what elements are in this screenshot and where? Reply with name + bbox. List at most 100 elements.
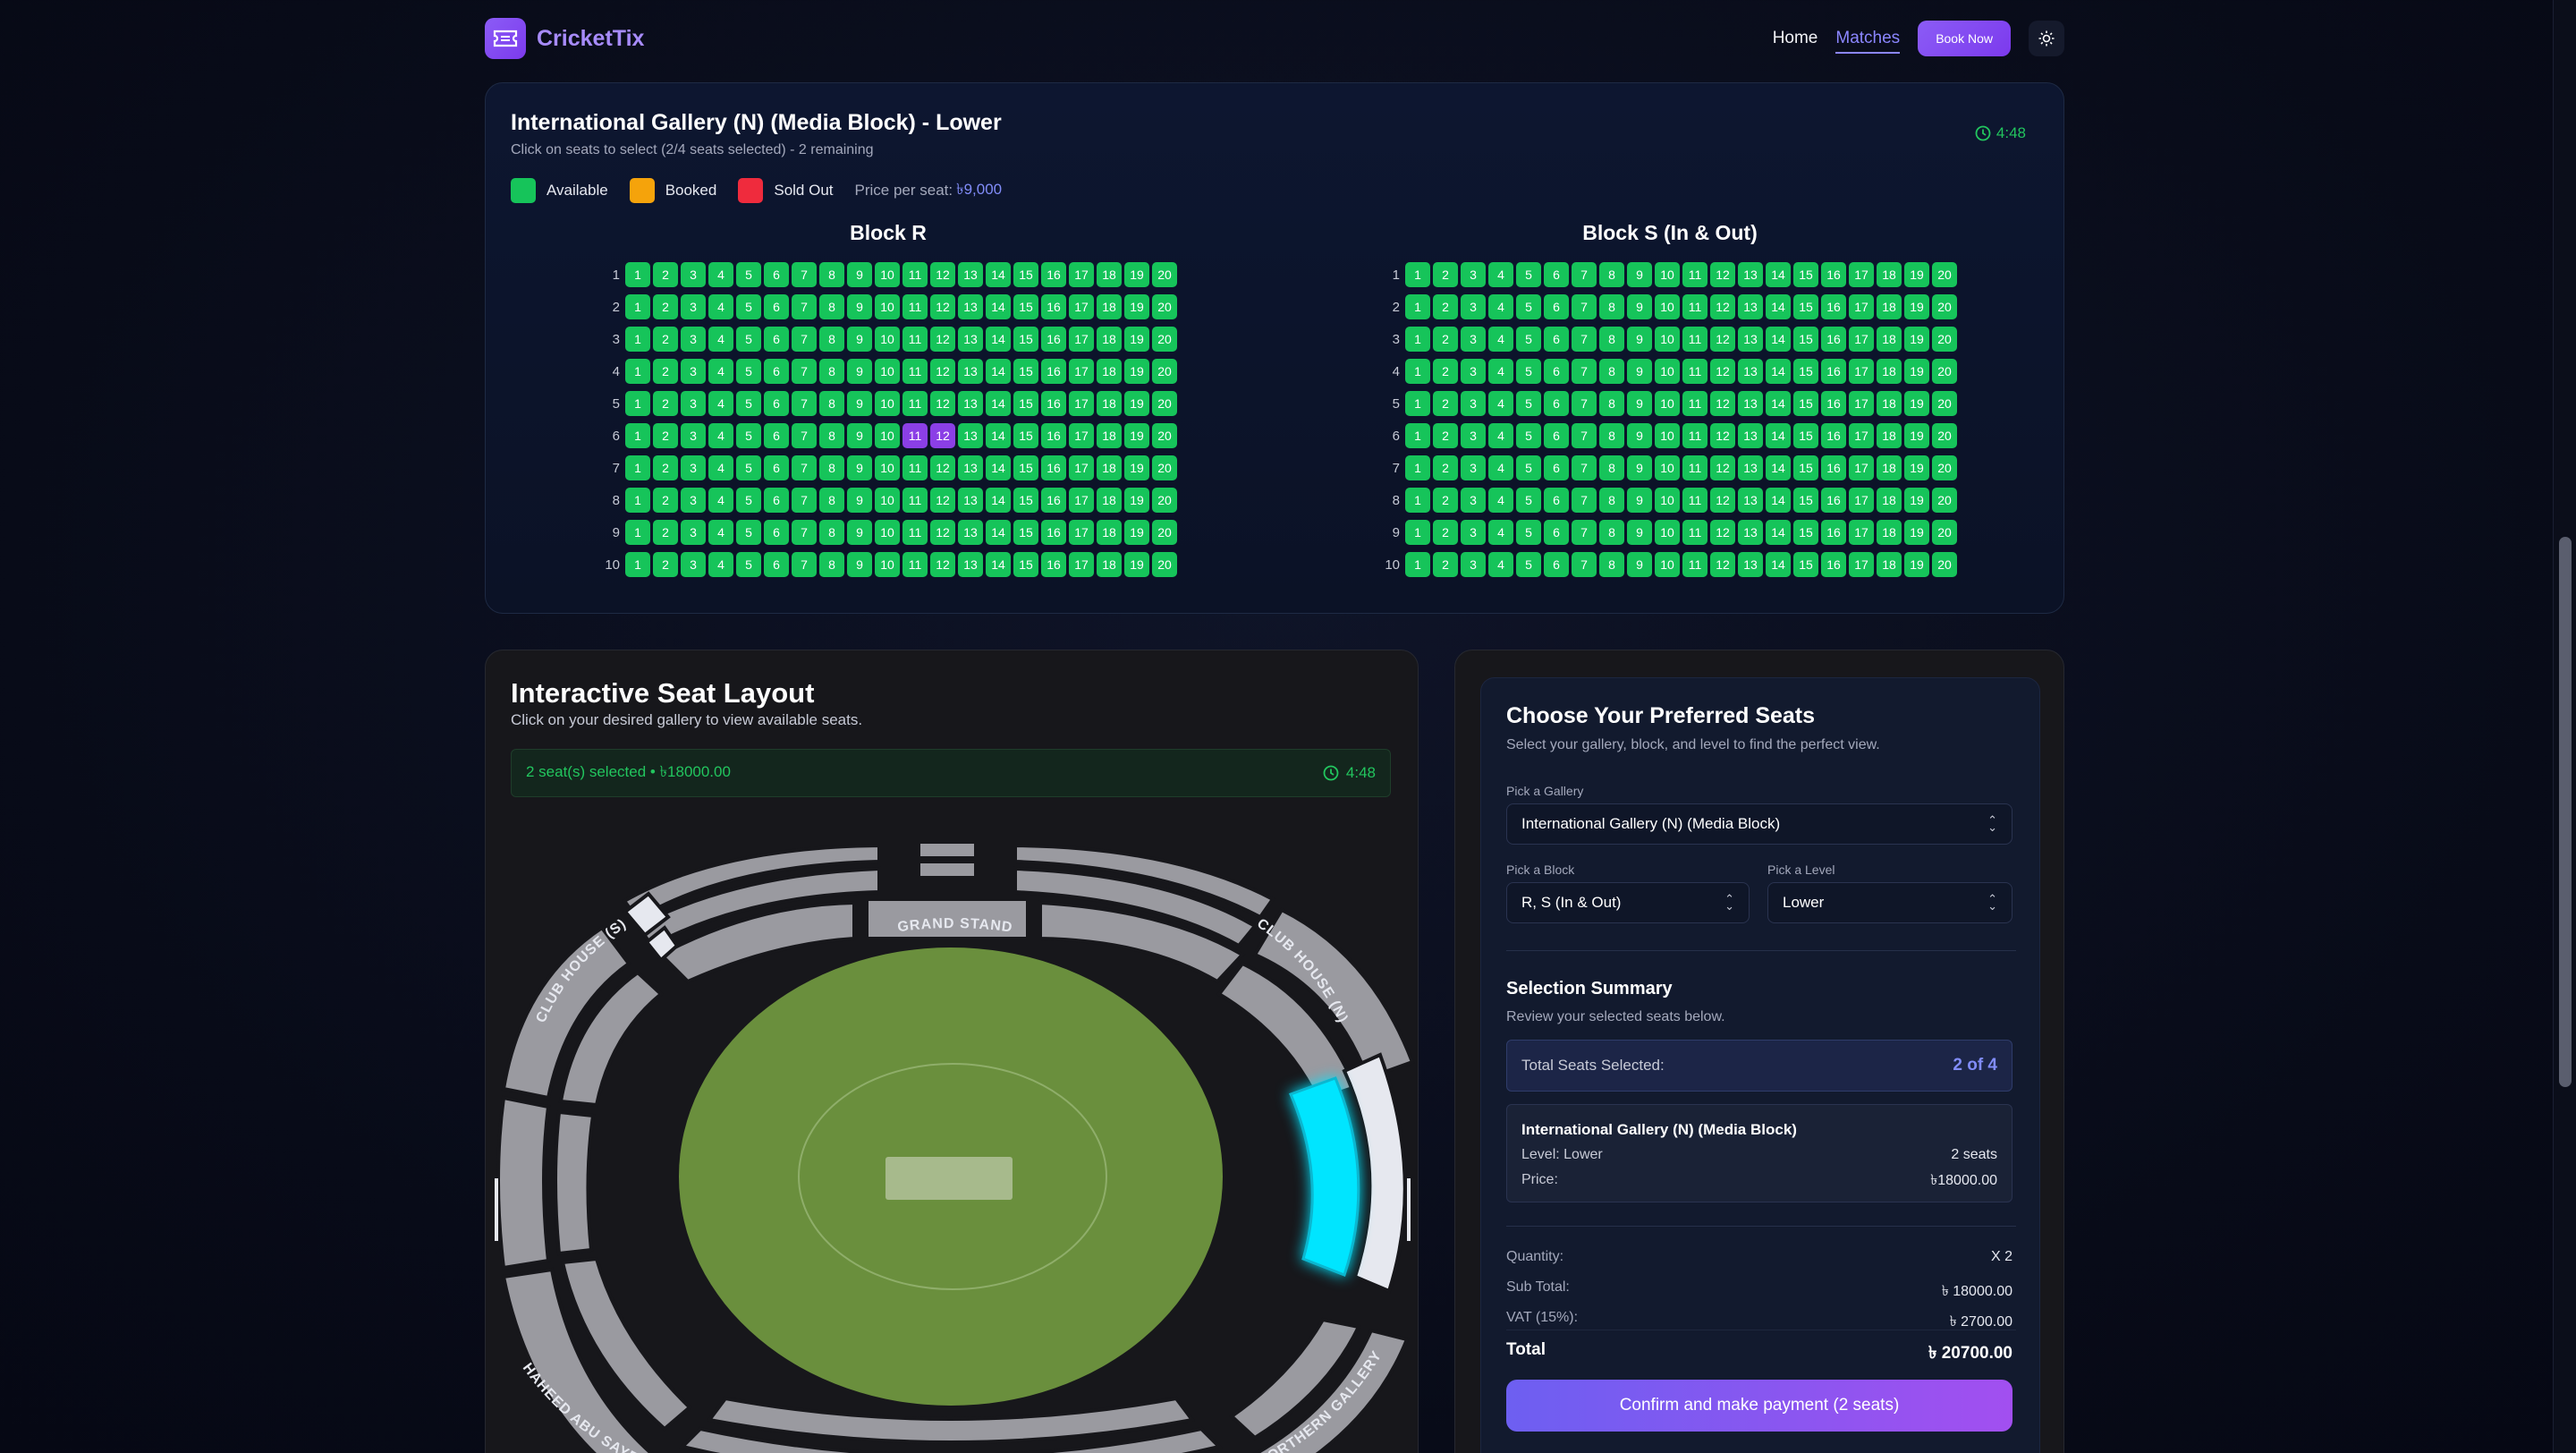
seat-selected[interactable]: 12 (930, 423, 955, 448)
seat-available[interactable]: 19 (1904, 423, 1929, 448)
seat-available[interactable]: 18 (1877, 262, 1902, 287)
seat-available[interactable]: 6 (1544, 520, 1569, 545)
seat-available[interactable]: 9 (847, 488, 872, 513)
seat-available[interactable]: 1 (625, 423, 650, 448)
seat-available[interactable]: 7 (792, 423, 817, 448)
seat-available[interactable]: 9 (847, 520, 872, 545)
seat-available[interactable]: 11 (902, 520, 928, 545)
seat-available[interactable]: 6 (764, 327, 789, 352)
seat-available[interactable]: 3 (681, 359, 706, 384)
seat-available[interactable]: 14 (1766, 262, 1791, 287)
seat-available[interactable]: 13 (1738, 359, 1763, 384)
book-now-button[interactable]: Book Now (1918, 21, 2011, 56)
seat-available[interactable]: 10 (875, 423, 900, 448)
seat-available[interactable]: 4 (708, 488, 733, 513)
seat-available[interactable]: 19 (1904, 391, 1929, 416)
seat-available[interactable]: 7 (792, 488, 817, 513)
seat-available[interactable]: 7 (792, 552, 817, 577)
seat-available[interactable]: 15 (1793, 552, 1818, 577)
seat-available[interactable]: 11 (1682, 294, 1707, 319)
seat-available[interactable]: 8 (1599, 359, 1624, 384)
seat-available[interactable]: 7 (1572, 294, 1597, 319)
seat-available[interactable]: 6 (764, 391, 789, 416)
seat-available[interactable]: 13 (1738, 423, 1763, 448)
seat-available[interactable]: 19 (1124, 488, 1149, 513)
seat-available[interactable]: 10 (875, 359, 900, 384)
seat-available[interactable]: 9 (1627, 294, 1652, 319)
seat-available[interactable]: 15 (1013, 423, 1038, 448)
seat-available[interactable]: 20 (1152, 423, 1177, 448)
seat-available[interactable]: 2 (653, 423, 678, 448)
seat-available[interactable]: 19 (1904, 520, 1929, 545)
seat-available[interactable]: 16 (1821, 359, 1846, 384)
seat-available[interactable]: 13 (1738, 327, 1763, 352)
seat-available[interactable]: 14 (1766, 294, 1791, 319)
seat-available[interactable]: 20 (1932, 520, 1957, 545)
seat-available[interactable]: 13 (958, 520, 983, 545)
seat-available[interactable]: 3 (1461, 262, 1486, 287)
seat-available[interactable]: 7 (1572, 391, 1597, 416)
seat-available[interactable]: 14 (986, 455, 1011, 480)
seat-available[interactable]: 15 (1793, 488, 1818, 513)
seat-available[interactable]: 18 (1097, 391, 1122, 416)
seat-available[interactable]: 10 (875, 520, 900, 545)
seat-available[interactable]: 1 (1405, 552, 1430, 577)
seat-available[interactable]: 20 (1152, 359, 1177, 384)
seat-available[interactable]: 5 (736, 488, 761, 513)
seat-available[interactable]: 13 (958, 327, 983, 352)
seat-available[interactable]: 18 (1877, 488, 1902, 513)
seat-available[interactable]: 5 (1516, 488, 1541, 513)
seat-available[interactable]: 20 (1932, 423, 1957, 448)
seat-available[interactable]: 14 (1766, 423, 1791, 448)
seat-available[interactable]: 2 (653, 359, 678, 384)
seat-available[interactable]: 12 (930, 359, 955, 384)
seat-available[interactable]: 9 (1627, 552, 1652, 577)
seat-available[interactable]: 5 (1516, 423, 1541, 448)
seat-available[interactable]: 8 (819, 262, 844, 287)
seat-available[interactable]: 4 (708, 423, 733, 448)
seat-available[interactable]: 10 (875, 262, 900, 287)
seat-available[interactable]: 6 (1544, 455, 1569, 480)
seat-available[interactable]: 12 (1710, 455, 1735, 480)
seat-available[interactable]: 6 (1544, 552, 1569, 577)
seat-available[interactable]: 11 (902, 488, 928, 513)
seat-available[interactable]: 15 (1793, 423, 1818, 448)
seat-available[interactable]: 16 (1821, 423, 1846, 448)
seat-available[interactable]: 2 (653, 520, 678, 545)
seat-available[interactable]: 7 (1572, 327, 1597, 352)
seat-available[interactable]: 19 (1904, 359, 1929, 384)
seat-available[interactable]: 12 (930, 552, 955, 577)
seat-available[interactable]: 6 (764, 294, 789, 319)
seat-available[interactable]: 1 (1405, 294, 1430, 319)
seat-available[interactable]: 16 (1041, 294, 1066, 319)
seat-available[interactable]: 9 (847, 262, 872, 287)
seat-available[interactable]: 5 (1516, 520, 1541, 545)
seat-available[interactable]: 7 (1572, 488, 1597, 513)
seat-available[interactable]: 20 (1152, 294, 1177, 319)
seat-available[interactable]: 15 (1793, 455, 1818, 480)
seat-available[interactable]: 2 (1433, 455, 1458, 480)
seat-available[interactable]: 2 (653, 488, 678, 513)
stand-top-center-2[interactable] (917, 860, 978, 879)
seat-available[interactable]: 15 (1793, 327, 1818, 352)
seat-available[interactable]: 1 (1405, 423, 1430, 448)
seat-available[interactable]: 10 (1655, 327, 1680, 352)
seat-available[interactable]: 17 (1849, 552, 1874, 577)
seat-available[interactable]: 11 (902, 391, 928, 416)
seat-available[interactable]: 2 (1433, 294, 1458, 319)
seat-available[interactable]: 6 (764, 359, 789, 384)
seat-available[interactable]: 5 (736, 552, 761, 577)
seat-available[interactable]: 12 (930, 455, 955, 480)
seat-available[interactable]: 2 (1433, 488, 1458, 513)
seat-available[interactable]: 5 (736, 294, 761, 319)
seat-available[interactable]: 11 (902, 327, 928, 352)
seat-available[interactable]: 12 (1710, 520, 1735, 545)
seat-available[interactable]: 20 (1932, 488, 1957, 513)
seat-available[interactable]: 8 (819, 552, 844, 577)
seat-available[interactable]: 17 (1849, 391, 1874, 416)
seat-available[interactable]: 3 (681, 455, 706, 480)
seat-available[interactable]: 15 (1793, 359, 1818, 384)
seat-available[interactable]: 13 (1738, 294, 1763, 319)
seat-available[interactable]: 8 (1599, 423, 1624, 448)
seat-available[interactable]: 10 (1655, 294, 1680, 319)
